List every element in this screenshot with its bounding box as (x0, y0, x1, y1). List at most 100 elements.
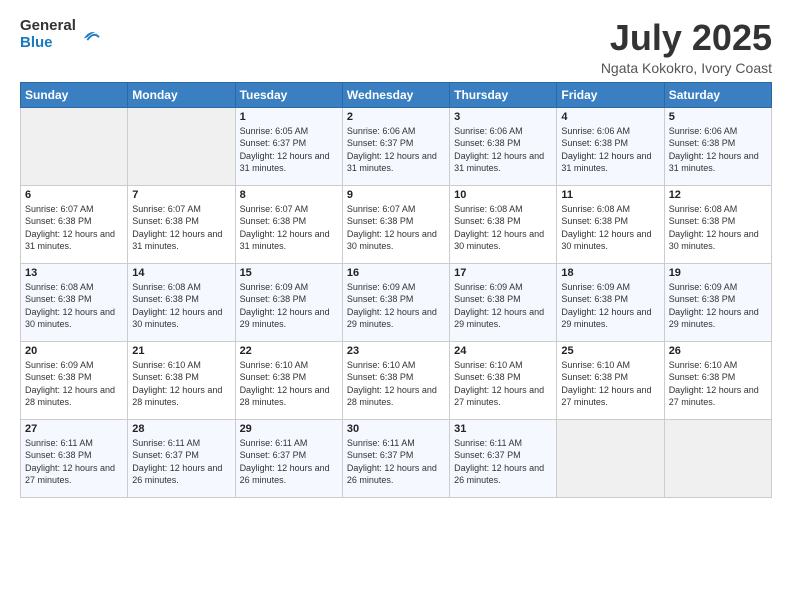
day-info: Sunrise: 6:06 AMSunset: 6:37 PMDaylight:… (347, 125, 445, 175)
calendar-cell (128, 107, 235, 185)
day-info: Sunrise: 6:08 AMSunset: 6:38 PMDaylight:… (561, 203, 659, 253)
calendar-week-row: 13 Sunrise: 6:08 AMSunset: 6:38 PMDayligh… (21, 263, 772, 341)
calendar-week-row: 20 Sunrise: 6:09 AMSunset: 6:38 PMDayligh… (21, 341, 772, 419)
calendar-cell: 26 Sunrise: 6:10 AMSunset: 6:38 PMDayligh… (664, 341, 771, 419)
day-info: Sunrise: 6:09 AMSunset: 6:38 PMDaylight:… (25, 359, 123, 409)
calendar-week-row: 27 Sunrise: 6:11 AMSunset: 6:38 PMDayligh… (21, 419, 772, 497)
calendar-cell: 10 Sunrise: 6:08 AMSunset: 6:38 PMDayligh… (450, 185, 557, 263)
calendar-cell: 15Sunrise: 6:09 AMSunset: 6:38 PMDayligh… (235, 263, 342, 341)
day-info: Sunrise: 6:05 AMSunset: 6:37 PMDaylight:… (240, 125, 338, 175)
calendar-cell: 3 Sunrise: 6:06 AMSunset: 6:38 PMDaylight… (450, 107, 557, 185)
logo-text: General Blue (20, 18, 76, 51)
day-number: 2 (347, 111, 445, 123)
day-number: 17 (454, 267, 552, 279)
calendar-cell: 14 Sunrise: 6:08 AMSunset: 6:38 PMDayligh… (128, 263, 235, 341)
day-info: Sunrise: 6:10 AMSunset: 6:38 PMDaylight:… (240, 359, 338, 409)
day-number: 22 (240, 345, 338, 357)
logo-general: General (20, 18, 76, 35)
day-info: Sunrise: 6:11 AMSunset: 6:37 PMDaylight:… (347, 437, 445, 487)
day-info: Sunrise: 6:10 AMSunset: 6:38 PMDaylight:… (561, 359, 659, 409)
calendar-cell: 28 Sunrise: 6:11 AMSunset: 6:37 PMDayligh… (128, 419, 235, 497)
day-info: Sunrise: 6:07 AMSunset: 6:38 PMDaylight:… (25, 203, 123, 253)
day-number: 14 (132, 267, 230, 279)
calendar-cell: 6Sunrise: 6:07 AMSunset: 6:38 PMDaylight… (21, 185, 128, 263)
day-number: 29 (240, 423, 338, 435)
calendar-cell: 8 Sunrise: 6:07 AMSunset: 6:38 PMDaylight… (235, 185, 342, 263)
calendar-day-header: Friday (557, 82, 664, 107)
day-info: Sunrise: 6:07 AMSunset: 6:38 PMDaylight:… (132, 203, 230, 253)
calendar-cell: 23Sunrise: 6:10 AMSunset: 6:38 PMDayligh… (342, 341, 449, 419)
day-info: Sunrise: 6:11 AMSunset: 6:38 PMDaylight:… (25, 437, 123, 487)
calendar-cell: 21 Sunrise: 6:10 AMSunset: 6:38 PMDayligh… (128, 341, 235, 419)
calendar-cell: 20 Sunrise: 6:09 AMSunset: 6:38 PMDayligh… (21, 341, 128, 419)
calendar-day-header: Sunday (21, 82, 128, 107)
day-number: 9 (347, 189, 445, 201)
day-number: 21 (132, 345, 230, 357)
day-number: 20 (25, 345, 123, 357)
calendar-cell: 11Sunrise: 6:08 AMSunset: 6:38 PMDayligh… (557, 185, 664, 263)
day-info: Sunrise: 6:11 AMSunset: 6:37 PMDaylight:… (454, 437, 552, 487)
day-number: 27 (25, 423, 123, 435)
day-number: 12 (669, 189, 767, 201)
calendar-cell (557, 419, 664, 497)
day-number: 26 (669, 345, 767, 357)
day-info: Sunrise: 6:07 AMSunset: 6:38 PMDaylight:… (240, 203, 338, 253)
calendar-cell: 13 Sunrise: 6:08 AMSunset: 6:38 PMDayligh… (21, 263, 128, 341)
title-block: July 2025 Ngata Kokokro, Ivory Coast (601, 18, 772, 76)
day-info: Sunrise: 6:08 AMSunset: 6:38 PMDaylight:… (454, 203, 552, 253)
calendar-cell: 25 Sunrise: 6:10 AMSunset: 6:38 PMDayligh… (557, 341, 664, 419)
calendar-table: SundayMondayTuesdayWednesdayThursdayFrid… (20, 82, 772, 498)
day-info: Sunrise: 6:07 AMSunset: 6:38 PMDaylight:… (347, 203, 445, 253)
calendar-cell: 9 Sunrise: 6:07 AMSunset: 6:38 PMDaylight… (342, 185, 449, 263)
calendar-cell: 29 Sunrise: 6:11 AMSunset: 6:37 PMDayligh… (235, 419, 342, 497)
day-number: 31 (454, 423, 552, 435)
calendar-cell: 17 Sunrise: 6:09 AMSunset: 6:38 PMDayligh… (450, 263, 557, 341)
day-info: Sunrise: 6:09 AMSunset: 6:38 PMDaylight:… (669, 281, 767, 331)
calendar-cell: 27 Sunrise: 6:11 AMSunset: 6:38 PMDayligh… (21, 419, 128, 497)
day-info: Sunrise: 6:10 AMSunset: 6:38 PMDaylight:… (132, 359, 230, 409)
calendar-cell: 22 Sunrise: 6:10 AMSunset: 6:38 PMDayligh… (235, 341, 342, 419)
day-number: 10 (454, 189, 552, 201)
day-info: Sunrise: 6:11 AMSunset: 6:37 PMDaylight:… (132, 437, 230, 487)
calendar-cell: 19 Sunrise: 6:09 AMSunset: 6:38 PMDayligh… (664, 263, 771, 341)
day-number: 3 (454, 111, 552, 123)
day-number: 19 (669, 267, 767, 279)
day-info: Sunrise: 6:10 AMSunset: 6:38 PMDaylight:… (347, 359, 445, 409)
day-info: Sunrise: 6:08 AMSunset: 6:38 PMDaylight:… (132, 281, 230, 331)
day-info: Sunrise: 6:06 AMSunset: 6:38 PMDaylight:… (454, 125, 552, 175)
day-number: 13 (25, 267, 123, 279)
header: General Blue July 2025 Ngata Kokokro, Iv… (20, 18, 772, 76)
logo-blue: Blue (20, 35, 76, 52)
day-info: Sunrise: 6:10 AMSunset: 6:38 PMDaylight:… (454, 359, 552, 409)
day-number: 16 (347, 267, 445, 279)
day-number: 8 (240, 189, 338, 201)
calendar-cell: 7Sunrise: 6:07 AMSunset: 6:38 PMDaylight… (128, 185, 235, 263)
day-number: 18 (561, 267, 659, 279)
calendar-cell: 2 Sunrise: 6:06 AMSunset: 6:37 PMDaylight… (342, 107, 449, 185)
calendar-cell: 24Sunrise: 6:10 AMSunset: 6:38 PMDayligh… (450, 341, 557, 419)
day-number: 4 (561, 111, 659, 123)
calendar-cell: 12Sunrise: 6:08 AMSunset: 6:38 PMDayligh… (664, 185, 771, 263)
day-info: Sunrise: 6:09 AMSunset: 6:38 PMDaylight:… (347, 281, 445, 331)
logo-icon (80, 24, 102, 46)
calendar-week-row: 6Sunrise: 6:07 AMSunset: 6:38 PMDaylight… (21, 185, 772, 263)
calendar-cell: 1 Sunrise: 6:05 AMSunset: 6:37 PMDaylight… (235, 107, 342, 185)
day-info: Sunrise: 6:10 AMSunset: 6:38 PMDaylight:… (669, 359, 767, 409)
day-info: Sunrise: 6:08 AMSunset: 6:38 PMDaylight:… (25, 281, 123, 331)
day-info: Sunrise: 6:09 AMSunset: 6:38 PMDaylight:… (561, 281, 659, 331)
day-info: Sunrise: 6:06 AMSunset: 6:38 PMDaylight:… (669, 125, 767, 175)
calendar-cell (664, 419, 771, 497)
calendar-cell: 5 Sunrise: 6:06 AMSunset: 6:38 PMDaylight… (664, 107, 771, 185)
calendar-day-header: Tuesday (235, 82, 342, 107)
day-number: 1 (240, 111, 338, 123)
day-number: 25 (561, 345, 659, 357)
calendar-week-row: 1 Sunrise: 6:05 AMSunset: 6:37 PMDaylight… (21, 107, 772, 185)
calendar-day-header: Wednesday (342, 82, 449, 107)
calendar-day-header: Saturday (664, 82, 771, 107)
day-info: Sunrise: 6:09 AMSunset: 6:38 PMDaylight:… (454, 281, 552, 331)
day-number: 28 (132, 423, 230, 435)
day-number: 15 (240, 267, 338, 279)
day-number: 5 (669, 111, 767, 123)
day-info: Sunrise: 6:11 AMSunset: 6:37 PMDaylight:… (240, 437, 338, 487)
calendar-cell: 16 Sunrise: 6:09 AMSunset: 6:38 PMDayligh… (342, 263, 449, 341)
